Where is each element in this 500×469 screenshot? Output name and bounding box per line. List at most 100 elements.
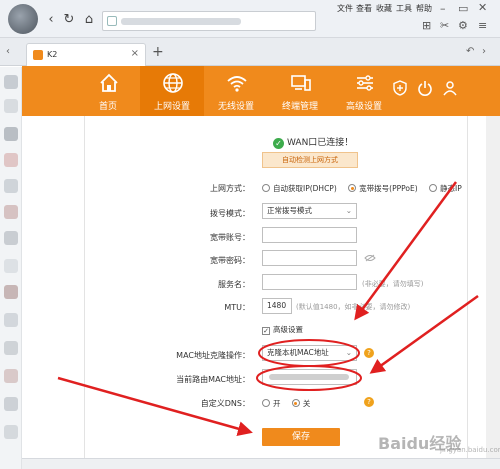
wan-status-text: WAN口已连接！ [287,138,354,148]
browser-titlebar: ‹ ↻ ⌂ 文件 查看 收藏 工具 帮助 – ▭ ✕ ⊞ ✂ ⚙ ≡ [0,0,500,38]
sliders-icon [357,75,373,91]
back-icon[interactable]: ‹ [44,13,58,27]
wifi-icon [227,76,247,92]
tools-icon[interactable]: ⚙ [458,19,468,32]
nav-internet-settings[interactable]: 上网设置 [140,66,204,116]
watermark-subtext: jingyan.baidu.com [440,446,500,454]
sidebar-item[interactable] [4,341,18,355]
password-input[interactable] [262,250,357,266]
radio-static[interactable] [429,184,438,192]
sidebar-item[interactable] [4,205,18,219]
mac-clone-select[interactable]: 克隆本机MAC地址 ⌄ [262,345,357,361]
nav-wireless-settings[interactable]: 无线设置 [204,66,268,116]
sidebar-item[interactable] [4,99,18,113]
dns-help-icon[interactable]: ? [364,397,374,407]
user-avatar[interactable] [8,4,38,34]
password-label: 宽带密码： [210,256,250,265]
dial-mode-label: 拨号模式： [210,209,250,218]
sidebar-item[interactable] [4,425,18,439]
method-pppoe-option[interactable]: 宽带拨号(PPPoE) [348,184,418,193]
home-icon [100,73,118,92]
eye-hidden-icon[interactable] [364,254,376,262]
home-nav-icon[interactable]: ⌂ [82,13,96,27]
grid-icon[interactable]: ⊞ [422,19,431,32]
mtu-hint: (默认值1480，如非必要，请勿修改) [296,303,411,311]
sidebar-item[interactable] [4,397,18,411]
service-label: 服务名： [218,280,250,289]
sidebar-item[interactable] [4,231,18,245]
tab-list-icon[interactable]: › [482,46,486,57]
sidebar-item[interactable] [4,285,18,299]
menu-help[interactable]: 帮助 [416,3,432,14]
power-icon[interactable] [417,80,433,96]
sidebar-item[interactable] [4,259,18,273]
sidebar-item[interactable] [4,153,18,167]
save-button[interactable]: 保存 [262,428,340,446]
tab-title: K2 [47,50,58,59]
method-label: 上网方式： [210,184,250,193]
minimize-icon[interactable]: – [440,2,446,15]
radio-dns-on[interactable] [262,399,270,407]
undo-icon[interactable]: ↶ [466,46,474,57]
nav-advanced-label: 高级设置 [345,102,382,112]
method-radio-group: 自动获取IP(DHCP) 宽带拨号(PPPoE) 静态IP [262,183,471,194]
tab-scroll-left-icon[interactable]: ‹ [6,46,10,57]
menu-view[interactable]: 查看 [356,3,372,14]
nav-device-management[interactable]: 终端管理 [268,66,332,116]
method-static-option[interactable]: 静态IP [429,184,462,193]
mtu-input[interactable]: 1480 [262,298,292,314]
account-input[interactable] [262,227,357,243]
nav-internet-label: 上网设置 [153,102,190,112]
new-tab-icon[interactable]: + [152,44,164,60]
screenshot-icon[interactable]: ✂ [440,19,449,32]
method-dhcp-option[interactable]: 自动获取IP(DHCP) [262,184,337,193]
radio-dhcp[interactable] [262,184,270,192]
tab-close-icon[interactable]: × [131,48,139,59]
check-icon: ✓ [273,138,284,149]
address-text-blurred [121,18,241,25]
close-window-icon[interactable]: ✕ [478,1,487,14]
nav-home[interactable]: 首页 [76,66,140,116]
dial-mode-value: 正常拨号模式 [267,206,312,215]
restore-icon[interactable]: ▭ [458,2,468,15]
nav-advanced-settings[interactable]: 高级设置 [332,66,396,116]
sidebar-item[interactable] [4,127,18,141]
add-shield-icon[interactable] [392,80,408,96]
auto-detect-button[interactable]: 自动检测上网方式 [262,152,358,168]
dns-radio-group: 开 关 [262,398,319,409]
service-input[interactable] [262,274,357,290]
dns-off-option[interactable]: 关 [291,399,310,408]
address-bar[interactable] [102,11,316,31]
dns-on-option[interactable]: 开 [262,399,281,408]
advanced-checkbox[interactable]: ✓ [262,327,270,335]
menu-tools[interactable]: 工具 [396,3,412,14]
dns-label: 自定义DNS： [200,399,250,408]
dial-mode-select[interactable]: 正常拨号模式 ⌄ [262,203,357,219]
wan-status: ✓ WAN口已连接！ [273,135,353,149]
tab-bar: ‹ K2 × + ↶ › [0,38,500,66]
sidebar-item[interactable] [4,179,18,193]
sidebar-item[interactable] [4,313,18,327]
router-nav-bar: 首页 上网设置 无线设置 终端管理 高级设置 [22,66,500,116]
service-hint: (非必要，请勿填写) [362,280,424,288]
radio-pppoe[interactable] [348,184,357,192]
page-scroll-area[interactable] [486,116,500,469]
sidebar-item[interactable] [4,75,18,89]
reload-icon[interactable]: ↻ [62,13,76,27]
menu-favorites[interactable]: 收藏 [376,3,392,14]
nav-home-label: 首页 [98,102,117,112]
chevron-down-icon: ⌄ [345,348,352,357]
globe-icon [163,73,183,93]
sidebar-item[interactable] [4,369,18,383]
advanced-toggle[interactable]: ✓ 高级设置 [262,324,303,335]
user-icon[interactable] [442,80,458,96]
menu-icon[interactable]: ≡ [478,19,487,32]
menu-file[interactable]: 文件 [337,3,353,14]
radio-dns-off[interactable] [291,399,300,407]
current-mac-input[interactable] [262,369,357,385]
tab-router[interactable]: K2 × [26,43,146,66]
mtu-label: MTU： [224,303,250,312]
mac-clone-help-icon[interactable]: ? [364,348,374,358]
browser-status-bar [22,458,500,469]
mac-clone-value: 克隆本机MAC地址 [267,348,329,357]
